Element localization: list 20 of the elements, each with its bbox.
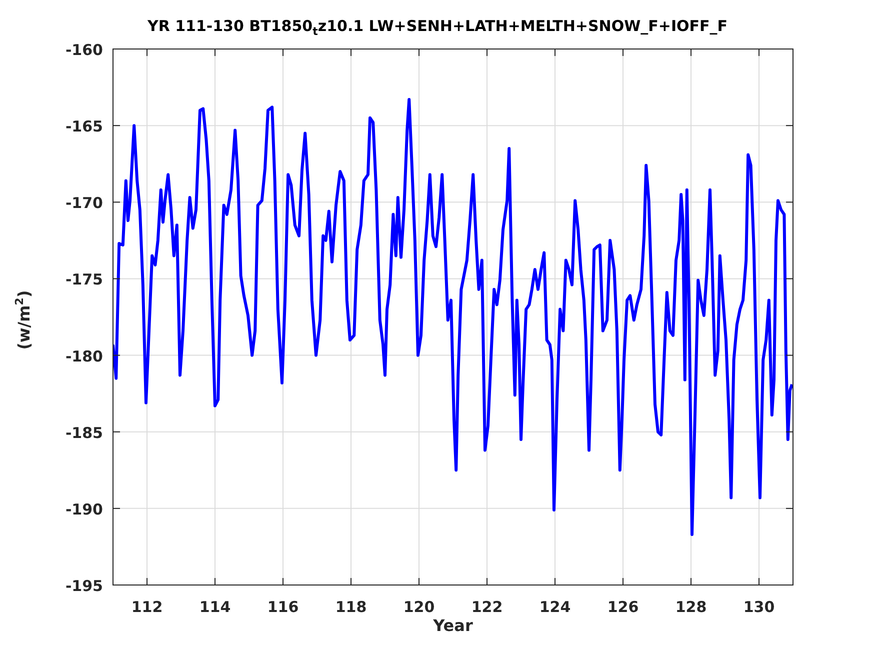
tick-label: 128 (675, 598, 707, 616)
tick-label: 116 (267, 598, 299, 616)
tick-label: 118 (335, 598, 367, 616)
tick-label: 114 (199, 598, 231, 616)
tick-label: 112 (131, 598, 163, 616)
tick-label: 120 (403, 598, 435, 616)
tick-label: 130 (743, 598, 775, 616)
tick-label: -160 (65, 41, 103, 59)
tick-label: -175 (65, 270, 103, 289)
tick-label: -170 (65, 194, 103, 212)
tick-label: 126 (607, 598, 639, 616)
tick-label: 124 (539, 598, 571, 616)
tick-label: 122 (471, 598, 503, 616)
chart-title: YR 111-130 BT1850$_{t}$z10.1 LW+SENH+LATH+MELTH+SNOW_F+IOFF_F (146, 17, 729, 38)
tick-label: -165 (65, 118, 103, 136)
tick-label: -190 (65, 500, 103, 518)
tick-label: -180 (65, 347, 103, 366)
axis-label: Year (432, 616, 474, 635)
tick-label: -195 (65, 577, 103, 595)
tick-label: -185 (65, 424, 103, 442)
